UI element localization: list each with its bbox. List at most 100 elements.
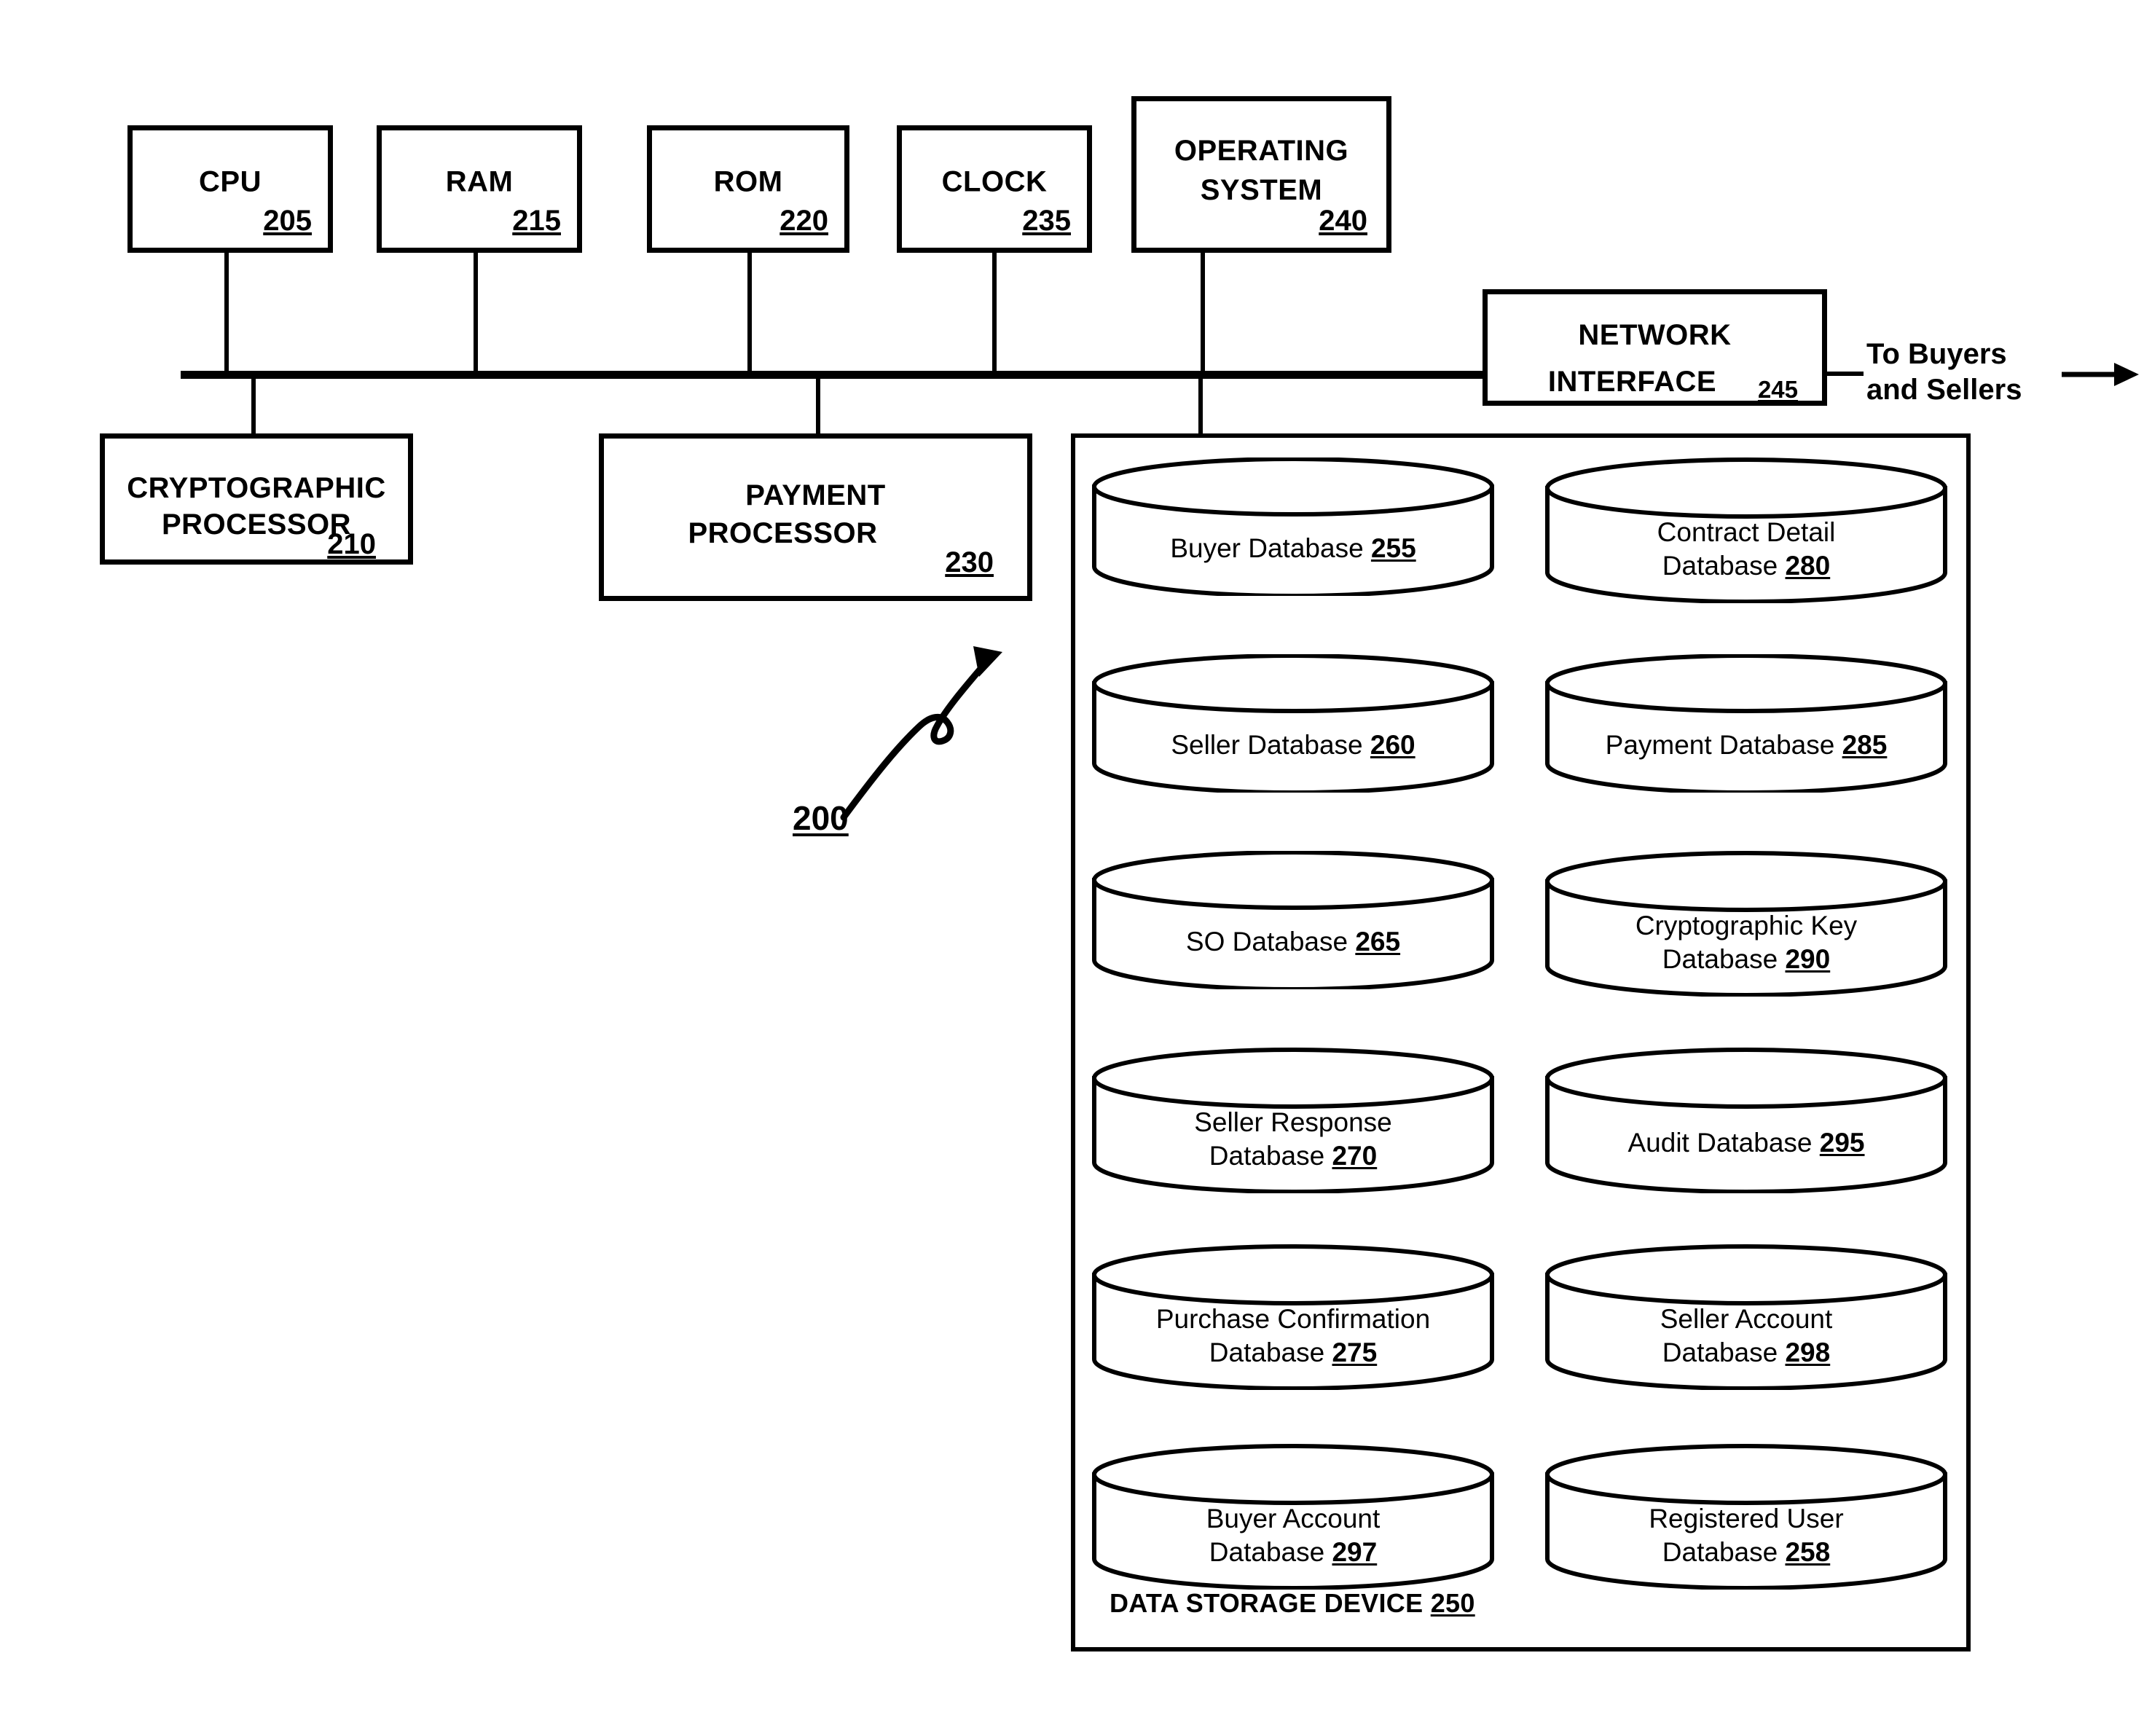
- database-word-database-258: Database: [1662, 1536, 1778, 1567]
- database-cylinder-cryptographic-key: Cryptographic Key Database 290: [1544, 851, 1948, 997]
- database-word-database-280: Database: [1662, 550, 1778, 581]
- database-name-seller-response: Seller Response: [1194, 1107, 1392, 1137]
- database-ref-contract-detail: 280: [1785, 550, 1831, 581]
- operating-system-label-line1: OPERATING: [1174, 135, 1349, 167]
- database-cylinder-buyer: Buyer Database 255: [1091, 457, 1495, 596]
- component-box-ram: RAM 215: [377, 125, 582, 253]
- rom-bus-connector: [747, 253, 752, 373]
- rom-label: ROM: [713, 165, 783, 198]
- ram-bus-connector: [474, 253, 478, 373]
- network-interface-external-stub: [1827, 372, 1864, 376]
- system-bus-line: [181, 371, 1485, 379]
- database-name-buyer: Buyer Database: [1170, 533, 1364, 563]
- database-name-payment: Payment Database: [1605, 730, 1835, 760]
- database-cylinder-contract-detail: Contract Detail Database 280: [1544, 457, 1948, 603]
- operating-system-ref: 240: [1319, 205, 1367, 237]
- database-ref-so: 265: [1355, 927, 1401, 957]
- database-name-seller: Seller Database: [1171, 730, 1363, 760]
- external-arrow-icon: [2062, 363, 2139, 386]
- cpu-bus-connector: [224, 253, 229, 373]
- payment-processor-bus-connector: [816, 371, 820, 436]
- database-name-purchase-confirmation: Purchase Confirmation: [1155, 1304, 1431, 1334]
- database-ref-buyer-account: 297: [1332, 1536, 1378, 1567]
- database-label-cryptographic-key: Cryptographic Key Database 290: [1544, 909, 1948, 976]
- external-destination-line2: and Sellers: [1866, 373, 2022, 406]
- data-storage-device-label-text: DATA STORAGE DEVICE: [1110, 1588, 1424, 1618]
- component-box-network-interface: NETWORK INTERFACE 245: [1483, 289, 1827, 406]
- clock-ref: 235: [1022, 205, 1071, 237]
- database-ref-registered-user: 258: [1785, 1536, 1831, 1567]
- cpu-ref: 205: [263, 205, 312, 237]
- database-word-database-270: Database: [1209, 1140, 1325, 1171]
- external-destination-label: To Buyers and Sellers: [1866, 337, 2022, 408]
- ram-label: RAM: [445, 165, 514, 198]
- payment-processor-label-line1: PAYMENT: [745, 479, 886, 511]
- database-cylinder-registered-user: Registered User Database 258: [1544, 1444, 1948, 1590]
- database-cylinder-seller: Seller Database 260: [1091, 654, 1495, 793]
- database-word-database-290: Database: [1662, 943, 1778, 974]
- data-storage-device-label: DATA STORAGE DEVICE 250: [1110, 1588, 1475, 1619]
- operating-system-label-line2: SYSTEM: [1200, 174, 1323, 206]
- component-box-cryptographic-processor: CRYPTOGRAPHIC PROCESSOR 210: [100, 433, 413, 565]
- patent-figure-canvas: CPU 205 RAM 215 ROM 220 CLOCK 235 OPERAT…: [0, 0, 2144, 1736]
- database-cylinder-buyer-account: Buyer Account Database 297: [1091, 1444, 1495, 1590]
- clock-bus-connector: [992, 253, 997, 373]
- network-interface-label-line1: NETWORK: [1578, 319, 1732, 351]
- ram-ref: 215: [512, 205, 561, 237]
- cryptographic-processor-label-line1: CRYPTOGRAPHIC: [127, 472, 386, 504]
- network-interface-ref: 245: [1757, 376, 1798, 403]
- database-cylinder-seller-account: Seller Account Database 298: [1544, 1244, 1948, 1390]
- component-box-clock: CLOCK 235: [897, 125, 1092, 253]
- database-label-purchase-confirmation: Purchase Confirmation Database 275: [1091, 1303, 1495, 1370]
- external-destination-line1: To Buyers: [1866, 338, 2007, 370]
- component-box-rom: ROM 220: [647, 125, 849, 253]
- database-ref-purchase-confirmation: 275: [1332, 1337, 1378, 1367]
- database-name-so: SO Database: [1185, 927, 1348, 957]
- database-ref-cryptographic-key: 290: [1785, 943, 1831, 974]
- component-box-cpu: CPU 205: [127, 125, 333, 253]
- cpu-label: CPU: [199, 165, 262, 198]
- database-ref-seller-response: 270: [1332, 1140, 1378, 1171]
- database-name-seller-account: Seller Account: [1660, 1304, 1833, 1334]
- payment-processor-label-line2: PROCESSOR: [688, 517, 878, 549]
- database-label-seller-account: Seller Account Database 298: [1544, 1303, 1948, 1370]
- database-label-contract-detail: Contract Detail Database 280: [1544, 516, 1948, 583]
- database-ref-buyer: 255: [1370, 533, 1416, 563]
- cryptographic-processor-ref: 210: [327, 528, 376, 560]
- database-label-seller-response: Seller Response Database 270: [1091, 1106, 1495, 1173]
- database-cylinder-so: SO Database 265: [1091, 851, 1495, 989]
- data-storage-device-ref: 250: [1430, 1588, 1475, 1618]
- figure-callout-arrow-icon: [840, 646, 1002, 821]
- clock-label: CLOCK: [941, 165, 1048, 198]
- database-cylinder-purchase-confirmation: Purchase Confirmation Database 275: [1091, 1244, 1495, 1390]
- figure-callout-number: 200: [793, 799, 849, 837]
- database-word-database-298: Database: [1662, 1337, 1778, 1367]
- database-ref-audit: 295: [1819, 1128, 1865, 1158]
- database-label-registered-user: Registered User Database 258: [1544, 1502, 1948, 1569]
- operating-system-bus-connector: [1201, 253, 1205, 373]
- database-label-buyer-account: Buyer Account Database 297: [1091, 1502, 1495, 1569]
- database-label-audit: Audit Database 295: [1544, 1126, 1948, 1160]
- database-cylinder-seller-response: Seller Response Database 270: [1091, 1048, 1495, 1193]
- data-storage-device-bus-connector: [1198, 371, 1203, 436]
- database-label-so: SO Database 265: [1091, 925, 1495, 959]
- database-ref-seller-account: 298: [1785, 1337, 1831, 1367]
- database-label-payment: Payment Database 285: [1544, 728, 1948, 762]
- database-name-audit: Audit Database: [1627, 1128, 1813, 1158]
- database-name-contract-detail: Contract Detail: [1657, 517, 1836, 547]
- database-label-buyer: Buyer Database 255: [1091, 532, 1495, 565]
- rom-ref: 220: [780, 205, 828, 237]
- database-word-database-275: Database: [1209, 1337, 1325, 1367]
- database-label-seller: Seller Database 260: [1091, 728, 1495, 762]
- database-ref-seller: 260: [1370, 730, 1415, 760]
- database-name-buyer-account: Buyer Account: [1206, 1504, 1381, 1533]
- payment-processor-ref: 230: [945, 546, 994, 578]
- cryptographic-processor-bus-connector: [251, 371, 256, 436]
- database-cylinder-audit: Audit Database 295: [1544, 1048, 1948, 1193]
- database-ref-payment: 285: [1842, 730, 1888, 760]
- database-word-database-297: Database: [1209, 1536, 1325, 1567]
- component-box-payment-processor: PAYMENT PROCESSOR 230: [599, 433, 1032, 601]
- database-cylinder-payment: Payment Database 285: [1544, 654, 1948, 793]
- component-box-operating-system: OPERATING SYSTEM 240: [1131, 96, 1391, 253]
- database-name-registered-user: Registered User: [1649, 1504, 1844, 1533]
